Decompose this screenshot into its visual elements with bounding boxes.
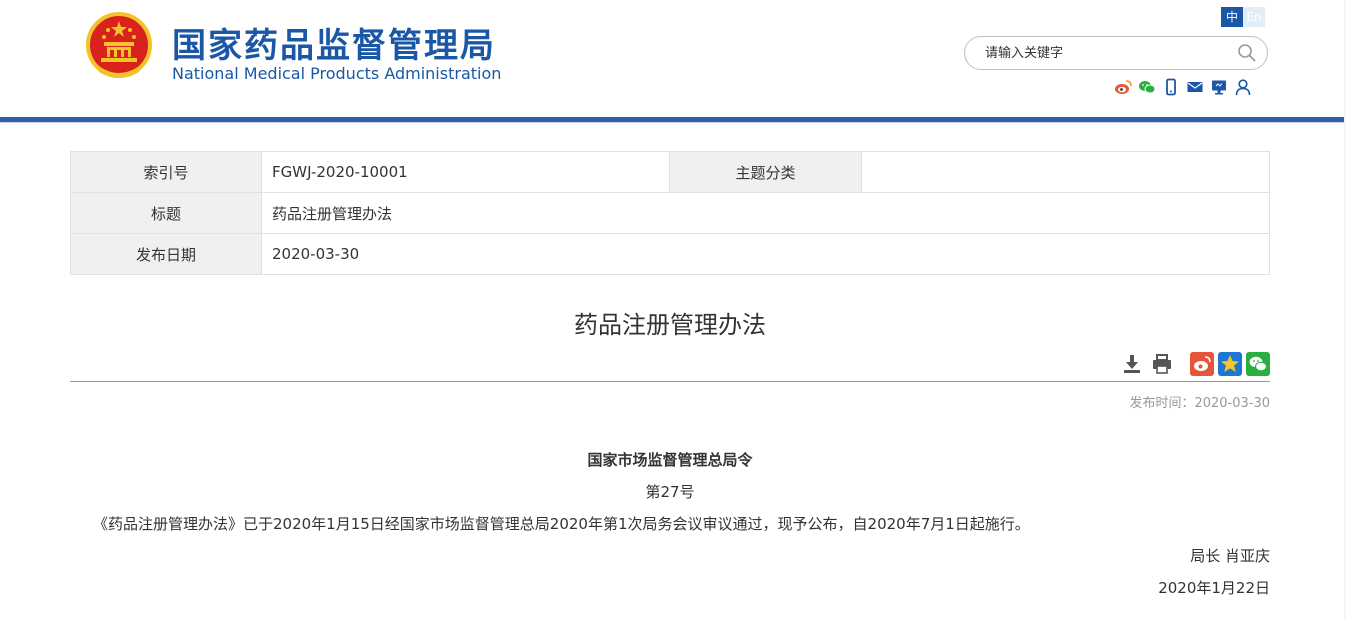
header-divider-thin — [0, 122, 1346, 123]
document-info-table: 索引号 FGWJ-2020-10001 主题分类 标题 药品注册管理办法 发布日… — [70, 151, 1270, 275]
user-icon[interactable] — [1234, 78, 1252, 96]
title-value: 药品注册管理办法 — [261, 192, 1270, 234]
search-icon[interactable] — [1237, 43, 1257, 63]
category-label: 主题分类 — [669, 151, 862, 193]
document-sign-date: 2020年1月22日 — [1158, 579, 1270, 597]
lang-chinese-button[interactable]: 中 — [1221, 7, 1243, 27]
table-row: 标题 药品注册管理办法 — [70, 192, 1270, 234]
document-issuer: 国家市场监督管理总局令 — [587, 451, 753, 469]
search-input[interactable] — [985, 44, 1225, 62]
article-toolbar — [1120, 352, 1270, 376]
site-title[interactable]: 国家药品监督管理局 — [172, 18, 496, 67]
table-row: 发布日期 2020-03-30 — [70, 233, 1270, 275]
document-paragraph: 《药品注册管理办法》已于2020年1月15日经国家市场监督管理总局2020年第1… — [93, 515, 1030, 533]
share-qzone-icon[interactable] — [1218, 352, 1242, 376]
search-box — [964, 36, 1268, 70]
social-links — [1114, 78, 1252, 96]
table-row: 索引号 FGWJ-2020-10001 主题分类 — [70, 151, 1270, 193]
title-label: 标题 — [70, 192, 262, 234]
wechat-icon[interactable] — [1138, 78, 1156, 96]
publish-time: 发布时间：2020-03-30 — [1129, 396, 1270, 411]
index-label: 索引号 — [70, 151, 262, 193]
index-value: FGWJ-2020-10001 — [261, 151, 670, 193]
share-weibo-icon[interactable] — [1190, 352, 1214, 376]
title-divider — [70, 381, 1270, 382]
language-switch: 中 En — [1221, 7, 1265, 27]
print-icon[interactable] — [1150, 352, 1174, 376]
document-number: 第27号 — [645, 483, 695, 501]
share-wechat-icon[interactable] — [1246, 352, 1270, 376]
date-value: 2020-03-30 — [261, 233, 1270, 275]
document-signature: 局长 肖亚庆 — [1190, 547, 1270, 565]
national-emblem-icon — [86, 12, 152, 78]
monitor-icon[interactable] — [1210, 78, 1228, 96]
site-subtitle[interactable]: National Medical Products Administration — [172, 64, 501, 83]
date-label: 发布日期 — [70, 233, 262, 275]
category-value — [861, 151, 1270, 193]
download-icon[interactable] — [1120, 352, 1144, 376]
site-header: 国家药品监督管理局 National Medical Products Admi… — [0, 0, 1346, 118]
mobile-icon[interactable] — [1162, 78, 1180, 96]
mail-icon[interactable] — [1186, 78, 1204, 96]
lang-english-button[interactable]: En — [1243, 7, 1265, 27]
article-title: 药品注册管理办法 — [574, 311, 766, 339]
weibo-icon[interactable] — [1114, 78, 1132, 96]
